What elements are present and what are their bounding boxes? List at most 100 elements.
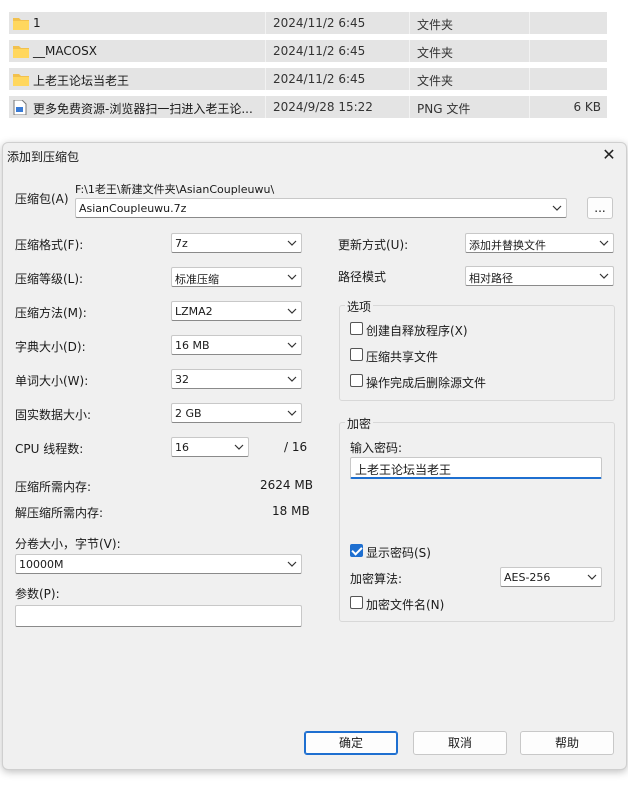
solid-select[interactable]: 2 GB	[171, 403, 302, 423]
dict-select[interactable]: 16 MB	[171, 335, 302, 355]
method-select[interactable]: LZMA2	[171, 301, 302, 321]
path-mode-value: 相对路径	[469, 272, 513, 285]
split-value: 10000M	[19, 558, 64, 571]
png-file-icon	[13, 99, 27, 118]
file-type: 文件夹	[417, 18, 454, 32]
method-label: 压缩方法(M):	[15, 306, 87, 320]
word-label: 单词大小(W):	[15, 374, 89, 388]
params-input[interactable]	[15, 605, 302, 627]
level-value: 标准压缩	[175, 273, 219, 286]
chevron-down-icon	[599, 240, 609, 246]
dict-value: 16 MB	[175, 339, 210, 352]
file-list: 1 2024/11/2 6:45 文件夹 __MACOSX 2024/11/2 …	[0, 0, 628, 140]
algorithm-label: 加密算法:	[350, 572, 403, 586]
method-value: LZMA2	[175, 305, 213, 318]
file-row[interactable]: 1 2024/11/2 6:45 文件夹	[9, 12, 607, 34]
folder-icon	[13, 16, 29, 33]
chevron-down-icon	[287, 561, 297, 567]
update-label: 更新方式(U):	[338, 238, 409, 252]
shared-checkbox[interactable]	[350, 348, 363, 361]
encryption-title: 加密	[345, 415, 374, 432]
delete-checkbox[interactable]	[350, 374, 363, 387]
level-label: 压缩等级(L):	[15, 272, 84, 286]
mem-comp-value: 2624 MB	[260, 478, 313, 492]
split-label: 分卷大小，字节(V):	[15, 537, 121, 551]
format-value: 7z	[175, 237, 188, 250]
solid-value: 2 GB	[175, 407, 202, 420]
password-value: 上老王论坛当老王	[355, 463, 452, 477]
file-date: 2024/9/28 15:22	[273, 100, 373, 114]
dict-label: 字典大小(D):	[15, 340, 86, 354]
close-icon[interactable]: ✕	[600, 146, 618, 164]
chevron-down-icon	[234, 444, 244, 450]
mem-decomp-value: 18 MB	[272, 504, 310, 518]
format-select[interactable]: 7z	[171, 233, 302, 253]
algorithm-select[interactable]: AES-256	[500, 567, 602, 587]
archive-name-combo[interactable]: AsianCoupleuwu.7z	[75, 198, 567, 218]
archive-path: F:\1老王\新建文件夹\AsianCoupleuwu\	[75, 183, 275, 196]
file-type: 文件夹	[417, 46, 454, 60]
word-select[interactable]: 32	[171, 369, 302, 389]
file-name: __MACOSX	[33, 44, 98, 58]
file-size: 6 KB	[573, 100, 601, 114]
chevron-down-icon	[287, 342, 297, 348]
show-password-label: 显示密码(S)	[366, 546, 431, 560]
file-name: 1	[33, 16, 41, 30]
mem-decomp-label: 解压缩所需内存:	[15, 506, 104, 520]
cpu-label: CPU 线程数:	[15, 442, 84, 456]
cpu-select[interactable]: 16	[171, 437, 249, 457]
mem-comp-label: 压缩所需内存:	[15, 480, 92, 494]
split-select[interactable]: 10000M	[15, 554, 302, 574]
update-select[interactable]: 添加并替换文件	[465, 233, 614, 253]
update-value: 添加并替换文件	[469, 239, 546, 252]
cpu-total: / 16	[284, 440, 308, 454]
file-row[interactable]: __MACOSX 2024/11/2 6:45 文件夹	[9, 40, 607, 62]
cpu-value: 16	[175, 441, 189, 454]
path-mode-label: 路径模式	[338, 270, 387, 284]
sfx-label: 创建自释放程序(X)	[366, 324, 468, 338]
params-label: 参数(P):	[15, 587, 60, 601]
file-type: PNG 文件	[417, 102, 471, 116]
shared-label: 压缩共享文件	[366, 350, 439, 364]
chevron-down-icon	[552, 205, 562, 211]
file-name: 上老王论坛当老王	[33, 74, 130, 88]
level-select[interactable]: 标准压缩	[171, 267, 302, 287]
format-label: 压缩格式(F):	[15, 238, 84, 252]
file-row[interactable]: 上老王论坛当老王 2024/11/2 6:45 文件夹	[9, 68, 607, 90]
encrypt-names-checkbox[interactable]	[350, 596, 363, 609]
folder-icon	[13, 44, 29, 61]
algorithm-value: AES-256	[504, 571, 551, 584]
help-button[interactable]: 帮助	[520, 731, 614, 755]
options-title: 选项	[345, 298, 374, 315]
dialog-title: 添加到压缩包	[7, 150, 80, 164]
file-date: 2024/11/2 6:45	[273, 44, 366, 58]
file-type: 文件夹	[417, 74, 454, 88]
solid-label: 固实数据大小:	[15, 408, 92, 422]
show-password-checkbox[interactable]	[350, 544, 363, 557]
ok-button[interactable]: 确定	[304, 731, 398, 755]
chevron-down-icon	[599, 273, 609, 279]
folder-icon	[13, 72, 29, 89]
password-label: 输入密码:	[350, 441, 403, 455]
chevron-down-icon	[287, 376, 297, 382]
add-to-archive-dialog: 添加到压缩包 ✕ 压缩包(A) F:\1老王\新建文件夹\AsianCouple…	[2, 142, 627, 770]
encrypt-names-label: 加密文件名(N)	[366, 598, 445, 612]
file-date: 2024/11/2 6:45	[273, 16, 366, 30]
file-name: 更多免费资源-浏览器扫一扫进入老王论...	[33, 102, 253, 116]
cancel-button[interactable]: 取消	[413, 731, 507, 755]
path-mode-select[interactable]: 相对路径	[465, 266, 614, 286]
chevron-down-icon	[287, 308, 297, 314]
chevron-down-icon	[287, 240, 297, 246]
password-input[interactable]: 上老王论坛当老王	[350, 457, 602, 479]
sfx-checkbox[interactable]	[350, 322, 363, 335]
archive-name-value: AsianCoupleuwu.7z	[79, 202, 187, 215]
file-date: 2024/11/2 6:45	[273, 72, 366, 86]
chevron-down-icon	[287, 410, 297, 416]
delete-label: 操作完成后删除源文件	[366, 376, 487, 390]
word-value: 32	[175, 373, 189, 386]
chevron-down-icon	[287, 274, 297, 280]
archive-label: 压缩包(A)	[15, 192, 69, 206]
browse-button[interactable]: ...	[587, 197, 613, 219]
chevron-down-icon	[587, 574, 597, 580]
file-row[interactable]: 更多免费资源-浏览器扫一扫进入老王论... 2024/9/28 15:22 PN…	[9, 96, 607, 118]
